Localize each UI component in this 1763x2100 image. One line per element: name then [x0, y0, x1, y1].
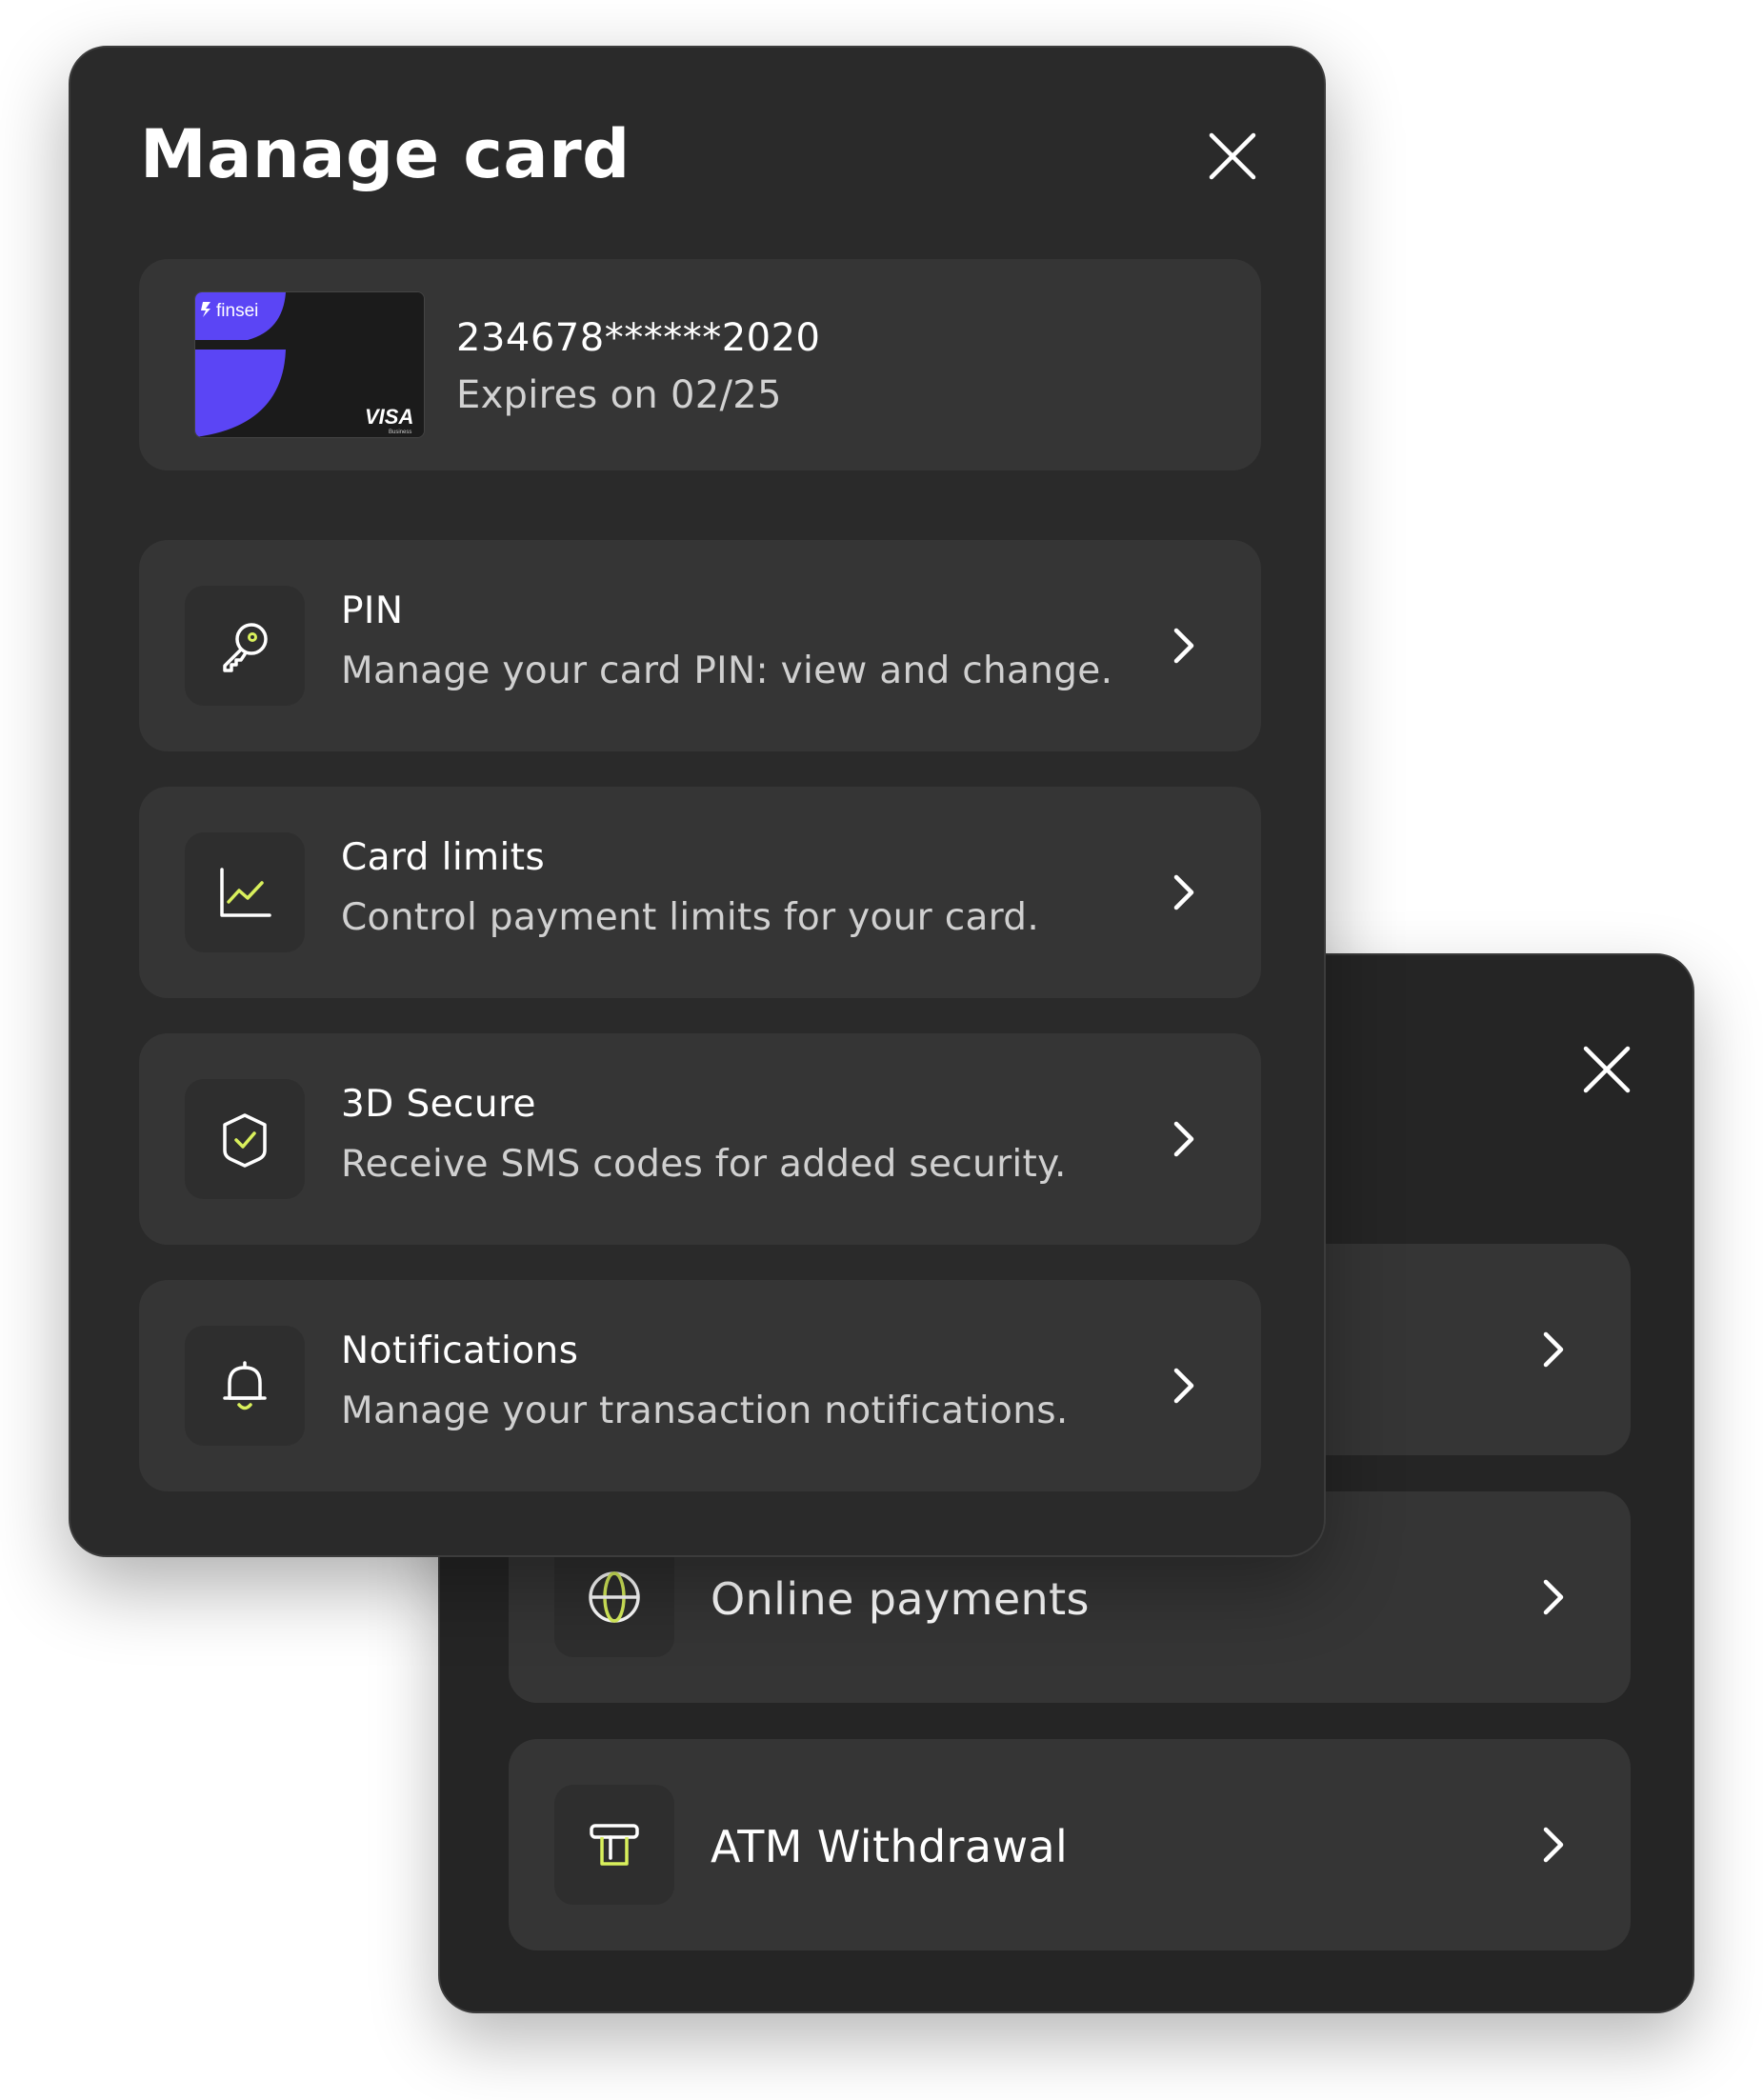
pin-title: PIN: [341, 590, 404, 632]
menu-item-3d-secure[interactable]: 3D Secure Receive SMS codes for added se…: [139, 1033, 1261, 1245]
card-expiry: Expires on 02/25: [456, 373, 782, 417]
card-limits-title: Card limits: [341, 836, 546, 879]
notifications-description: Manage your transaction notifications.: [341, 1390, 1069, 1432]
menu-item-pin[interactable]: PIN Manage your card PIN: view and chang…: [139, 540, 1261, 751]
chevron-right-icon: [1162, 1117, 1206, 1161]
card-summary: finsei VISA Business 234678******2020 Ex…: [139, 259, 1261, 470]
pin-icon-box: [185, 586, 305, 706]
3d-secure-description: Receive SMS codes for added security.: [341, 1143, 1067, 1186]
settings-item-atm-withdrawal[interactable]: ATM Withdrawal: [509, 1739, 1631, 1950]
shield-check-icon: [223, 1113, 267, 1168]
close-icon: [1209, 132, 1256, 180]
bell-icon: [223, 1361, 267, 1410]
close-icon: [1583, 1046, 1631, 1093]
manage-card-panel: Manage card finsei VISA Business 234678*…: [69, 46, 1326, 1557]
card-brand: finsei: [216, 301, 258, 321]
chevron-right-icon: [1532, 1328, 1575, 1371]
card-network-sub: Business: [389, 430, 411, 435]
menu-item-notifications[interactable]: Notifications Manage your transaction no…: [139, 1280, 1261, 1491]
notifications-icon-box: [185, 1326, 305, 1446]
chevron-right-icon: [1532, 1823, 1575, 1867]
notifications-title: Notifications: [341, 1330, 579, 1372]
page-title: Manage card: [140, 115, 631, 193]
card-image: finsei VISA Business: [194, 291, 425, 438]
chevron-right-icon: [1162, 624, 1206, 668]
card-limits-description: Control payment limits for your card.: [341, 896, 1040, 939]
menu-item-card-limits[interactable]: Card limits Control payment limits for y…: [139, 787, 1261, 998]
globe-icon: [589, 1571, 640, 1623]
atm-withdrawal-label: ATM Withdrawal: [711, 1821, 1069, 1872]
pin-description: Manage your card PIN: view and change.: [341, 650, 1113, 692]
atm-icon: [590, 1824, 639, 1866]
card-network: VISA: [365, 405, 413, 429]
chevron-right-icon: [1162, 1364, 1206, 1408]
3d-secure-title: 3D Secure: [341, 1083, 536, 1126]
close-button[interactable]: [1204, 128, 1261, 185]
atm-withdrawal-icon-box: [554, 1785, 674, 1905]
close-button[interactable]: [1578, 1041, 1635, 1098]
chevron-right-icon: [1532, 1575, 1575, 1619]
online-payments-label: Online payments: [711, 1573, 1090, 1625]
card-limits-icon-box: [185, 832, 305, 952]
card-number: 234678******2020: [456, 316, 821, 360]
chart-icon: [220, 868, 271, 917]
key-icon: [223, 623, 268, 672]
chevron-right-icon: [1162, 870, 1206, 914]
3d-secure-icon-box: [185, 1079, 305, 1199]
